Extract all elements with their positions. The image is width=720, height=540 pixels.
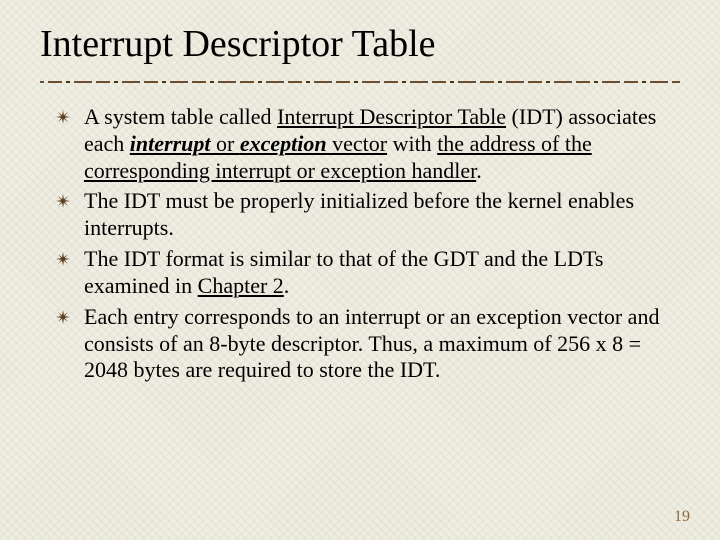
text-emph: interrupt <box>130 131 211 156</box>
bullet-text-1: A system table called Interrupt Descript… <box>84 104 680 184</box>
title-divider <box>40 78 680 86</box>
text-underline: or <box>211 131 240 156</box>
list-item: The IDT format is similar to that of the… <box>56 246 680 300</box>
list-item: The IDT must be properly initialized bef… <box>56 188 680 242</box>
star-bullet-icon <box>56 110 70 124</box>
star-bullet-icon <box>56 194 70 208</box>
text-run: . <box>284 273 290 298</box>
text-run: The IDT format is similar to that of the… <box>84 246 603 298</box>
text-run: with <box>387 131 437 156</box>
page-number: 19 <box>674 508 690 526</box>
text-run: A system table called <box>84 104 277 129</box>
text-underline: vector <box>327 131 387 156</box>
bullet-text-4: Each entry corresponds to an interrupt o… <box>84 304 680 384</box>
star-bullet-icon <box>56 310 70 324</box>
text-link: Chapter 2 <box>198 273 284 298</box>
bullet-text-3: The IDT format is similar to that of the… <box>84 246 680 300</box>
slide: Interrupt Descriptor Table A system tabl… <box>0 0 720 540</box>
text-underline: Interrupt Descriptor Table <box>277 104 506 129</box>
list-item: A system table called Interrupt Descript… <box>56 104 680 184</box>
text-run: . <box>476 158 482 183</box>
text-emph: exception <box>240 131 327 156</box>
bullet-text-2: The IDT must be properly initialized bef… <box>84 188 680 242</box>
list-item: Each entry corresponds to an interrupt o… <box>56 304 680 384</box>
slide-title: Interrupt Descriptor Table <box>40 22 680 66</box>
star-bullet-icon <box>56 252 70 266</box>
bullet-list: A system table called Interrupt Descript… <box>40 104 680 384</box>
